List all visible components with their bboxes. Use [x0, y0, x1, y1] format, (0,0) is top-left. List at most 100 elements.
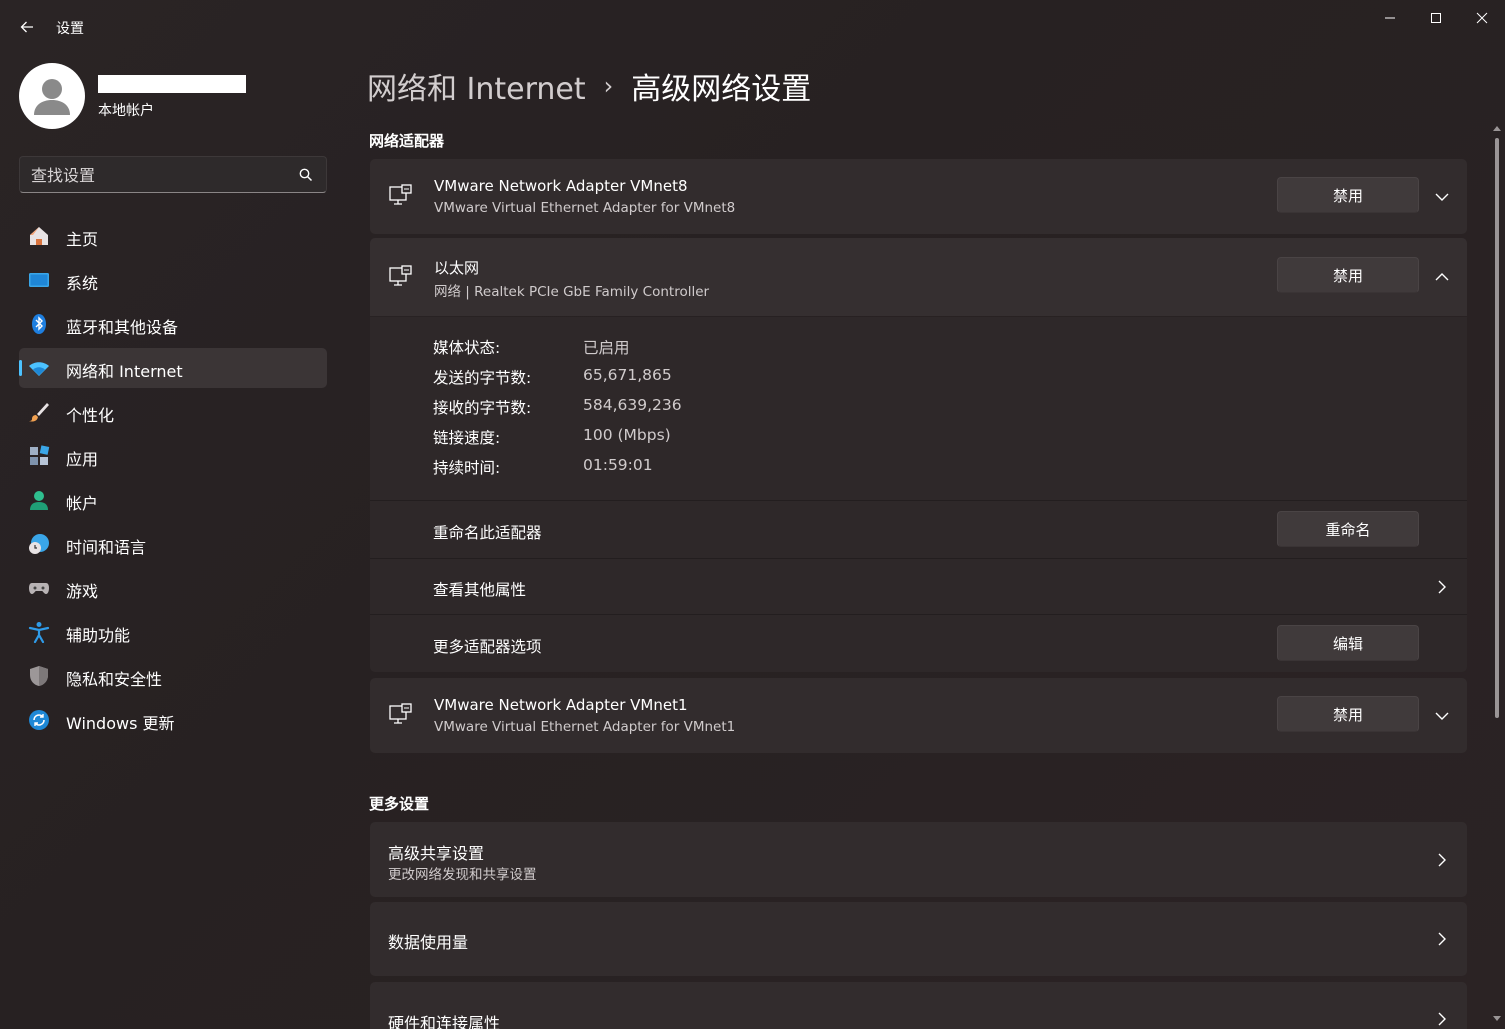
sidebar-item-system[interactable]: 系统: [19, 260, 327, 300]
back-button[interactable]: [12, 12, 42, 42]
accessibility-icon: [28, 622, 50, 643]
card-title: 高级共享设置: [388, 844, 485, 863]
prop-label: 媒体状态:: [433, 339, 501, 357]
user-name-redacted: [98, 75, 246, 93]
adapter-name: 以太网: [434, 259, 480, 277]
maximize-button[interactable]: [1413, 4, 1459, 32]
adapter-name: VMware Network Adapter VMnet8: [434, 177, 688, 195]
sidebar-item-label: 主页: [66, 230, 99, 249]
chevron-right-icon: [1438, 853, 1446, 867]
sidebar-item-label: 网络和 Internet: [66, 362, 183, 381]
rename-button[interactable]: 重命名: [1277, 511, 1419, 547]
sidebar-item-personalization[interactable]: 个性化: [19, 392, 327, 432]
chevron-right-icon: [1438, 580, 1446, 594]
sidebar-nav: 主页 系统 蓝牙和其他设备 网络和 Internet 个性化 应用 帐户 时间和…: [19, 216, 327, 744]
page-title: 高级网络设置: [631, 72, 812, 107]
account-type: 本地帐户: [98, 103, 154, 119]
disable-button[interactable]: 禁用: [1277, 696, 1419, 732]
sidebar-item-bluetooth[interactable]: 蓝牙和其他设备: [19, 304, 327, 344]
view-properties-label: 查看其他属性: [433, 581, 527, 599]
update-icon: [29, 710, 49, 730]
rename-adapter-row: 重命名此适配器 重命名: [370, 500, 1467, 558]
sidebar-item-accessibility[interactable]: 辅助功能: [19, 612, 327, 652]
active-indicator: [19, 360, 22, 376]
scrollbar-thumb[interactable]: [1495, 138, 1499, 718]
more-adapter-options-row: 更多适配器选项 编辑: [370, 614, 1467, 672]
account-icon: [30, 491, 48, 510]
chevron-up-icon[interactable]: [1432, 267, 1452, 287]
sidebar-item-network[interactable]: 网络和 Internet: [19, 348, 327, 388]
rename-adapter-label: 重命名此适配器: [433, 524, 542, 542]
prop-label: 链接速度:: [433, 429, 501, 447]
more-adapter-options-label: 更多适配器选项: [433, 638, 542, 656]
scrollbar[interactable]: [1490, 120, 1504, 1029]
sidebar-item-time-language[interactable]: 时间和语言: [19, 524, 327, 564]
sidebar-item-label: 系统: [66, 274, 99, 293]
app-title: 设置: [56, 21, 84, 37]
minimize-icon: [1385, 17, 1395, 19]
search-box[interactable]: [19, 156, 327, 193]
chevron-down-icon[interactable]: [1432, 187, 1452, 207]
prop-label: 发送的字节数:: [433, 369, 532, 387]
gamepad-icon: [29, 583, 49, 594]
adapter-card-vmnet1[interactable]: VMware Network Adapter VMnet1 VMware Vir…: [370, 678, 1467, 753]
view-properties-row[interactable]: 查看其他属性: [370, 558, 1467, 614]
home-icon: [30, 227, 48, 245]
hardware-connection-properties-card[interactable]: 硬件和连接属性: [370, 982, 1467, 1029]
disable-button[interactable]: 禁用: [1277, 257, 1419, 293]
section-title-more-settings: 更多设置: [369, 795, 430, 813]
adapter-card-vmnet8[interactable]: VMware Network Adapter VMnet8 VMware Vir…: [370, 159, 1467, 234]
scroll-up-icon[interactable]: [1492, 124, 1502, 132]
prop-value: 100 (Mbps): [583, 426, 671, 444]
sidebar-item-home[interactable]: 主页: [19, 216, 327, 256]
sidebar-item-label: 应用: [66, 450, 99, 469]
adapter-card-ethernet[interactable]: 以太网 网络 | Realtek PCIe GbE Family Control…: [370, 238, 1467, 316]
card-description: 更改网络发现和共享设置: [388, 867, 537, 883]
network-adapter-icon: [389, 184, 412, 205]
scroll-down-icon[interactable]: [1492, 1015, 1502, 1023]
sidebar-item-label: Windows 更新: [66, 714, 175, 733]
sidebar-item-windows-update[interactable]: Windows 更新: [19, 700, 327, 740]
network-adapter-icon: [389, 265, 412, 286]
search-input[interactable]: [31, 164, 291, 186]
minimize-button[interactable]: [1367, 4, 1413, 32]
brush-icon: [29, 403, 49, 422]
adapter-description: 网络 | Realtek PCIe GbE Family Controller: [434, 284, 710, 300]
arrow-left-icon: [20, 21, 33, 33]
section-title-adapters: 网络适配器: [369, 132, 445, 150]
sidebar-item-accounts[interactable]: 帐户: [19, 480, 327, 520]
sidebar-item-label: 隐私和安全性: [66, 670, 163, 689]
disable-button[interactable]: 禁用: [1277, 177, 1419, 213]
sidebar-item-label: 个性化: [66, 406, 115, 425]
ethernet-details: 媒体状态: 已启用 发送的字节数: 65,671,865 接收的字节数: 584…: [370, 317, 1467, 672]
sidebar-item-privacy[interactable]: 隐私和安全性: [19, 656, 327, 696]
settings-window: 设置 本地帐户 主页 系统: [0, 0, 1505, 1029]
search-icon[interactable]: [298, 167, 314, 183]
edit-button[interactable]: 编辑: [1277, 625, 1419, 661]
network-adapter-icon: [389, 703, 412, 724]
breadcrumb: 网络和 Internet › 高级网络设置: [367, 64, 811, 108]
chevron-down-icon[interactable]: [1432, 706, 1452, 726]
sidebar-item-apps[interactable]: 应用: [19, 436, 327, 476]
prop-value: 01:59:01: [583, 456, 653, 474]
data-usage-card[interactable]: 数据使用量: [370, 902, 1467, 976]
breadcrumb-separator: ›: [603, 72, 614, 100]
adapter-name: VMware Network Adapter VMnet1: [434, 696, 688, 714]
sidebar-item-label: 帐户: [66, 494, 99, 513]
chevron-right-icon: [1438, 932, 1446, 946]
sidebar-item-label: 游戏: [66, 582, 99, 601]
time-language-icon: [29, 534, 49, 554]
system-icon: [29, 273, 49, 287]
close-button[interactable]: [1459, 4, 1505, 32]
adapter-description: VMware Virtual Ethernet Adapter for VMne…: [434, 200, 736, 216]
chevron-right-icon: [1438, 1012, 1446, 1026]
prop-value: 已启用: [583, 339, 630, 357]
breadcrumb-parent[interactable]: 网络和 Internet: [367, 64, 586, 108]
sidebar-item-label: 辅助功能: [66, 626, 131, 645]
sidebar-item-gaming[interactable]: 游戏: [19, 568, 327, 608]
bluetooth-icon: [32, 314, 46, 334]
sidebar-item-label: 时间和语言: [66, 538, 147, 557]
card-title: 数据使用量: [388, 933, 469, 952]
apps-icon: [30, 445, 50, 465]
advanced-sharing-card[interactable]: 高级共享设置 更改网络发现和共享设置: [370, 822, 1467, 897]
